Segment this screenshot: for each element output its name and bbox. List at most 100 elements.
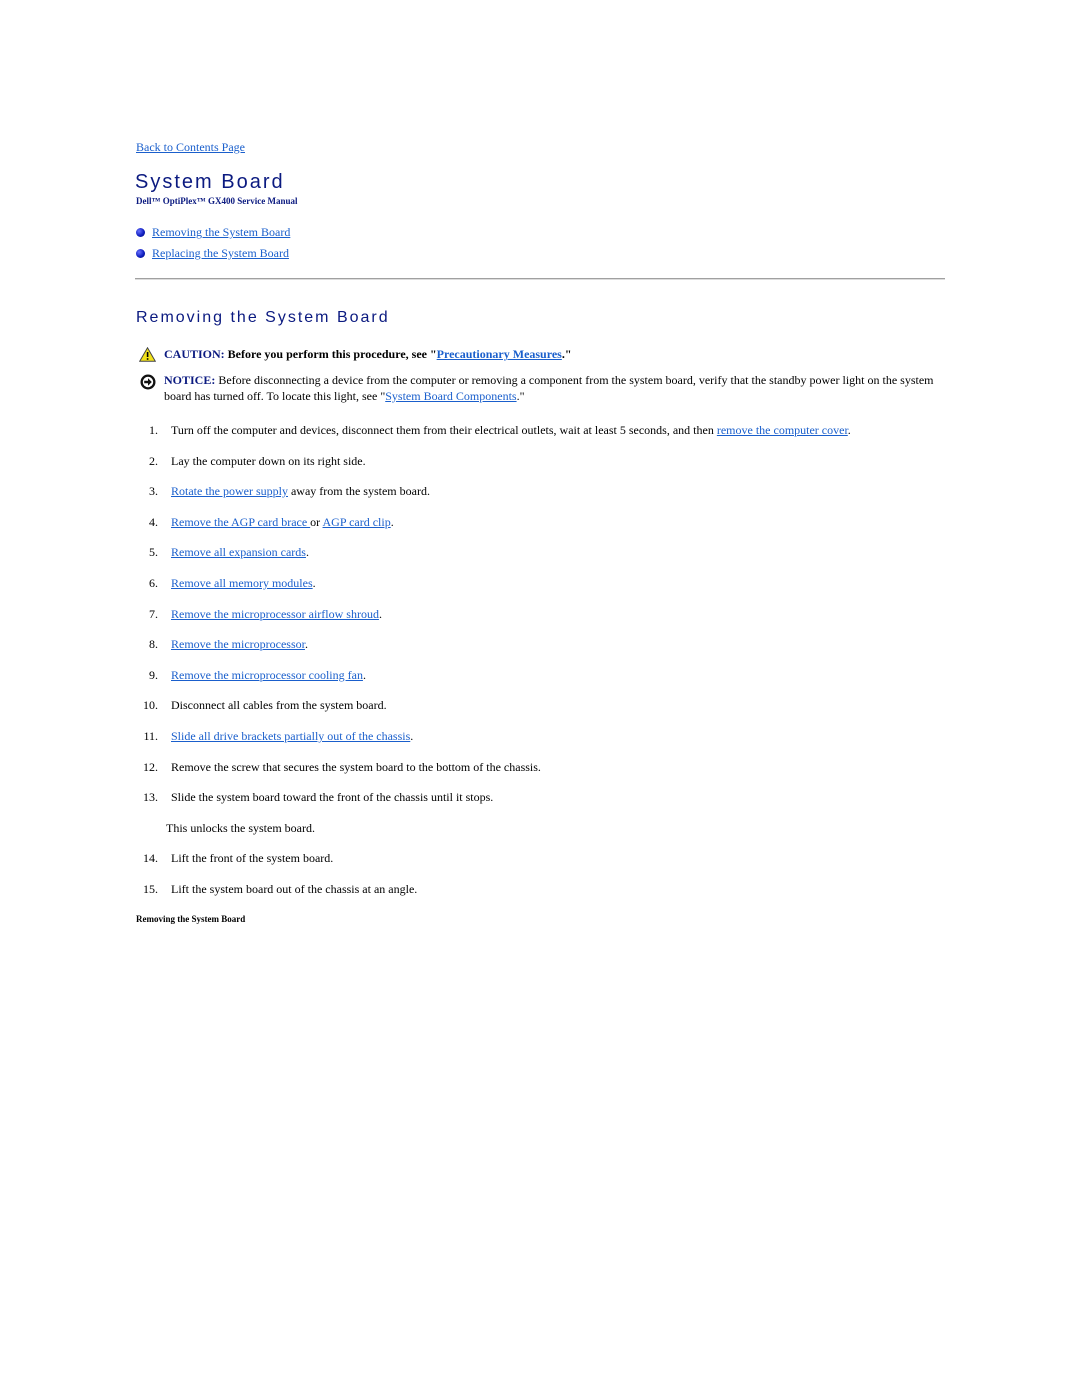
table-of-contents: Removing the System Board Replacing the … bbox=[136, 222, 290, 264]
step-text-part: Lift the front of the system board. bbox=[171, 851, 334, 866]
step-text: Lay the computer down on its right side. bbox=[171, 454, 366, 469]
figure-caption: Removing the System Board bbox=[136, 914, 246, 924]
step-text: Lift the system board out of the chassis… bbox=[171, 882, 417, 897]
step-text-part: . bbox=[847, 423, 851, 437]
step-link[interactable]: Slide all drive brackets partially out o… bbox=[171, 729, 410, 743]
step-text-part: away from the system board. bbox=[287, 484, 430, 499]
horizontal-divider bbox=[135, 278, 945, 280]
step-text-part: . bbox=[305, 545, 309, 560]
step-item: 2. Lay the computer down on its right sid… bbox=[136, 454, 936, 485]
step-item: 15. Lift the system board out of the chas… bbox=[136, 882, 936, 913]
toc-item: Replacing the System Board bbox=[136, 243, 290, 264]
step-text-part: Slide the system board toward the front … bbox=[171, 790, 494, 805]
bullet-icon bbox=[136, 249, 145, 258]
step-text: Rotate the power supply away from the sy… bbox=[171, 484, 430, 499]
step-number: 2. bbox=[149, 453, 158, 468]
step-item: 7. Remove the microprocessor airflow shro… bbox=[136, 607, 936, 638]
step-number: 11. bbox=[143, 728, 158, 743]
step-link[interactable]: Remove the microprocessor cooling fan bbox=[171, 668, 363, 682]
step-link[interactable]: Remove the AGP card brace bbox=[171, 515, 310, 529]
step-text-part: Lift the system board out of the chassis… bbox=[171, 881, 418, 896]
step-text: Slide all drive brackets partially out o… bbox=[171, 729, 413, 744]
step-text-part: . bbox=[312, 575, 316, 590]
step-item: 12. Remove the screw that secures the sys… bbox=[136, 760, 936, 791]
page-title: System Board bbox=[135, 171, 285, 193]
step-link[interactable]: Remove all memory modules bbox=[171, 576, 313, 590]
notice-note: NOTICE: Before disconnecting a device fr… bbox=[140, 372, 945, 404]
step-item: 13. Slide the system board toward the fro… bbox=[136, 790, 936, 821]
step-number: 14. bbox=[143, 851, 158, 866]
step-text-part: . bbox=[362, 667, 366, 682]
caution-text-end: ." bbox=[561, 347, 572, 361]
step-text-part: Turn off the computer and devices, disco… bbox=[171, 423, 717, 437]
step-link[interactable]: AGP card clip bbox=[323, 515, 391, 529]
step-item: 10. Disconnect all cables from the system… bbox=[136, 698, 936, 729]
step-number: 1. bbox=[149, 423, 158, 437]
step-note-text: This unlocks the system board. bbox=[166, 820, 315, 835]
caution-note: CAUTION: Before you perform this procedu… bbox=[139, 347, 572, 362]
notice-text-end: ." bbox=[516, 389, 525, 403]
step-text-part: . bbox=[390, 514, 394, 529]
caution-label: CAUTION: bbox=[164, 347, 225, 361]
removal-steps-list: 1. Turn off the computer and devices, dis… bbox=[136, 423, 936, 913]
step-item: 1. Turn off the computer and devices, dis… bbox=[136, 423, 936, 454]
toc-item: Removing the System Board bbox=[136, 222, 290, 243]
step-number: 9. bbox=[149, 667, 158, 682]
step-number: 10. bbox=[143, 698, 158, 713]
back-to-contents-link[interactable]: Back to Contents Page bbox=[136, 140, 245, 155]
step-item: 5. Remove all expansion cards. bbox=[136, 545, 936, 576]
warning-icon bbox=[139, 347, 156, 362]
step-number: 15. bbox=[143, 881, 158, 896]
step-text: Remove all expansion cards. bbox=[171, 545, 309, 560]
step-number: 8. bbox=[149, 637, 158, 652]
step-text-part: . bbox=[410, 728, 414, 743]
step-item: 11. Slide all drive brackets partially ou… bbox=[136, 729, 936, 760]
step-text: Turn off the computer and devices, disco… bbox=[171, 423, 851, 438]
step-number: 6. bbox=[149, 575, 158, 590]
step-note: This unlocks the system board. bbox=[136, 821, 936, 852]
step-text-part: Lay the computer down on its right side. bbox=[171, 453, 366, 468]
step-text: Remove the AGP card brace or AGP card cl… bbox=[171, 515, 394, 530]
step-link[interactable]: Remove all expansion cards bbox=[171, 545, 306, 559]
toc-link-removing[interactable]: Removing the System Board bbox=[152, 225, 290, 240]
step-item: 8. Remove the microprocessor. bbox=[136, 637, 936, 668]
toc-link-replacing[interactable]: Replacing the System Board bbox=[152, 246, 289, 261]
step-text: Slide the system board toward the front … bbox=[171, 790, 493, 805]
step-link[interactable]: Rotate the power supply bbox=[171, 484, 288, 498]
step-text: Remove the microprocessor airflow shroud… bbox=[171, 607, 382, 622]
step-number: 4. bbox=[149, 514, 158, 529]
step-link[interactable]: remove the computer cover bbox=[717, 423, 848, 437]
step-text-part: . bbox=[304, 637, 308, 652]
step-text-part: Disconnect all cables from the system bo… bbox=[171, 698, 387, 713]
step-number: 7. bbox=[149, 606, 158, 621]
step-number: 5. bbox=[149, 545, 158, 560]
system-board-components-link[interactable]: System Board Components bbox=[385, 389, 516, 403]
step-text: Lift the front of the system board. bbox=[171, 851, 333, 866]
step-number: 3. bbox=[149, 484, 158, 499]
step-link[interactable]: Remove the microprocessor airflow shroud bbox=[171, 607, 379, 621]
step-text: Remove the microprocessor cooling fan. bbox=[171, 668, 366, 683]
step-text: Remove all memory modules. bbox=[171, 576, 316, 591]
bullet-icon bbox=[136, 228, 145, 237]
notice-arrow-icon bbox=[140, 374, 156, 390]
notice-text: Before disconnecting a device from the c… bbox=[164, 373, 934, 403]
step-number: 12. bbox=[143, 759, 158, 774]
step-item: 6. Remove all memory modules. bbox=[136, 576, 936, 607]
step-text-part: or bbox=[310, 514, 323, 529]
step-link[interactable]: Remove the microprocessor bbox=[171, 637, 305, 651]
step-text: Disconnect all cables from the system bo… bbox=[171, 698, 387, 713]
step-number: 13. bbox=[143, 790, 158, 805]
step-item: 3. Rotate the power supply away from the … bbox=[136, 484, 936, 515]
step-text-part: . bbox=[378, 606, 382, 621]
section-title: Removing the System Board bbox=[136, 309, 390, 326]
manual-name: Dell™ OptiPlex™ GX400 Service Manual bbox=[136, 196, 298, 206]
step-text: Remove the screw that secures the system… bbox=[171, 760, 541, 775]
step-item: 4. Remove the AGP card brace or AGP card … bbox=[136, 515, 936, 546]
caution-text: Before you perform this procedure, see " bbox=[224, 347, 437, 361]
notice-label: NOTICE: bbox=[164, 373, 216, 387]
step-text: Remove the microprocessor. bbox=[171, 637, 308, 652]
step-text-part: Remove the screw that secures the system… bbox=[171, 759, 541, 774]
step-item: 9. Remove the microprocessor cooling fan. bbox=[136, 668, 936, 699]
step-item: 14. Lift the front of the system board. bbox=[136, 851, 936, 882]
precautionary-measures-link[interactable]: Precautionary Measures bbox=[437, 347, 562, 361]
